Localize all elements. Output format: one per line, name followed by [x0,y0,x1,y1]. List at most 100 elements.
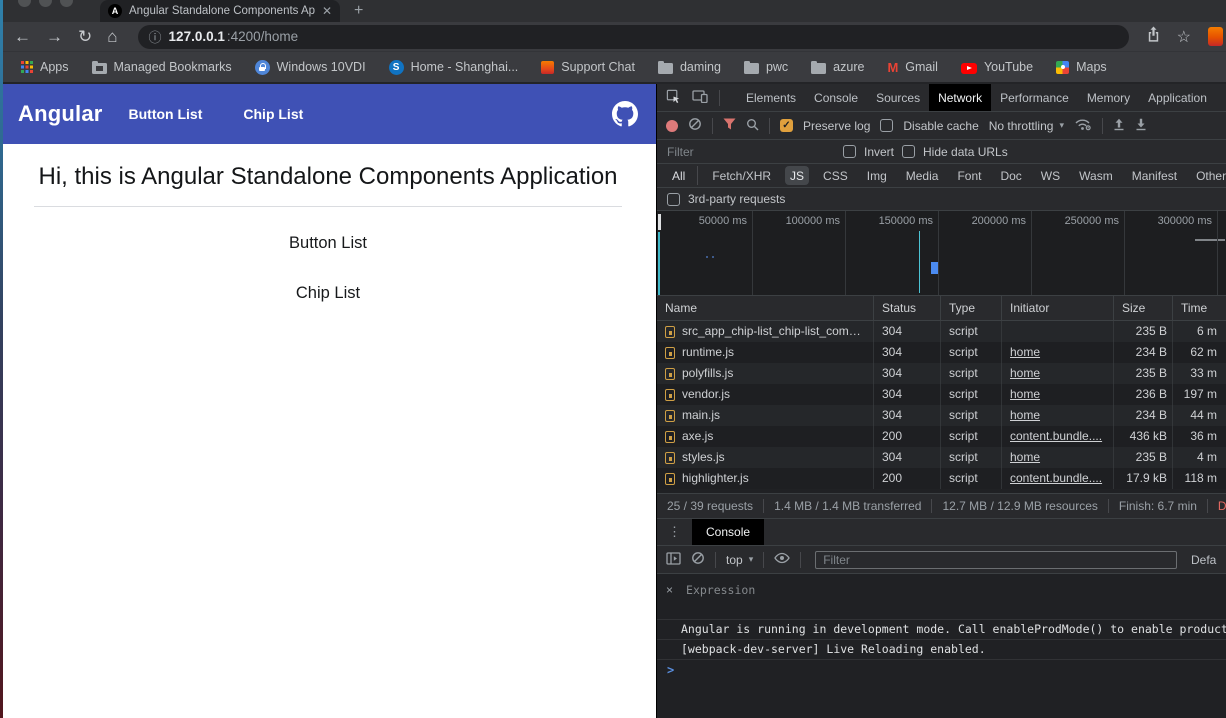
third-party-label[interactable]: 3rd-party requests [688,192,785,206]
resource-type-filter[interactable]: Wasm [1074,166,1118,185]
devtools-tab[interactable]: Application [1139,84,1216,111]
github-icon[interactable] [612,101,638,127]
bookmark-item[interactable]: YouTube [961,60,1033,74]
network-request-row[interactable]: main.js 304 script home 234 B 44 m [657,405,1226,426]
devtools-tab[interactable]: Console [805,84,867,111]
resource-type-filter[interactable]: Doc [995,166,1026,185]
bookmark-item[interactable]: azure [811,60,864,74]
chevron-down-icon[interactable]: ▾ [749,554,754,565]
console-clear-icon[interactable] [691,551,705,568]
devtools-tab[interactable]: Elements [737,84,805,111]
live-expression-eye-icon[interactable] [774,552,790,567]
network-request-row[interactable]: polyfills.js 304 script home 235 B 33 m [657,363,1226,384]
inspect-element-icon[interactable] [666,89,681,107]
extension-icon[interactable] [1208,27,1223,46]
bookmark-item[interactable]: Support Chat [541,60,635,74]
home-icon[interactable]: ⌂ [107,28,117,45]
console-filter-input[interactable]: Filter [815,551,1177,569]
throttling-select[interactable]: No throttling [989,119,1054,133]
import-har-icon[interactable] [1113,118,1125,134]
address-bar[interactable]: ⓘ 127.0.0.1 :4200/home [138,25,1129,49]
forward-icon[interactable]: → [46,28,63,45]
column-header-status[interactable]: Status [874,296,941,320]
window-zoom-button[interactable] [60,0,73,7]
window-close-button[interactable] [18,0,31,7]
column-header-initiator[interactable]: Initiator [1002,296,1114,320]
network-request-row[interactable]: vendor.js 304 script home 236 B 197 m [657,384,1226,405]
request-initiator-link[interactable]: content.bundle.... [1010,471,1102,485]
network-conditions-icon[interactable] [1074,117,1092,134]
disable-cache-label[interactable]: Disable cache [903,119,978,133]
export-har-icon[interactable] [1135,118,1147,134]
disable-cache-checkbox[interactable] [880,119,893,132]
console-drawer-tab[interactable]: Console [692,519,764,545]
resource-type-filter[interactable]: JS [785,166,809,185]
record-icon[interactable] [666,120,678,132]
bookmark-item[interactable]: Apps [21,60,69,74]
column-header-size[interactable]: Size [1114,296,1173,320]
resource-type-filter[interactable]: Media [901,166,944,185]
window-controls[interactable] [18,0,73,7]
browser-tab[interactable]: A Angular Standalone Components Applicat… [100,0,340,22]
devtools-tab[interactable]: Memory [1078,84,1139,111]
request-initiator-link[interactable]: home [1010,345,1040,359]
network-filter-input[interactable]: Filter [657,145,835,159]
button-list-link[interactable]: Button List [0,234,656,253]
request-initiator-link[interactable]: home [1010,408,1040,422]
network-request-row[interactable]: styles.js 304 script home 235 B 4 m [657,447,1226,468]
reload-icon[interactable]: ↻ [78,28,92,45]
app-nav-item[interactable]: Chip List [243,106,303,122]
app-nav-item[interactable]: Button List [129,106,203,122]
request-initiator-link[interactable]: home [1010,366,1040,380]
request-initiator-link[interactable]: home [1010,387,1040,401]
window-minimize-button[interactable] [39,0,52,7]
resource-type-filter[interactable]: Img [862,166,892,185]
network-timeline-overview[interactable]: 50000 ms100000 ms150000 ms200000 ms25000… [657,211,1226,296]
bookmark-item[interactable]: Maps [1056,60,1107,74]
resource-type-filter[interactable]: Manifest [1127,166,1182,185]
chip-list-link[interactable]: Chip List [0,284,656,303]
bookmark-item[interactable]: Gmail [887,60,938,74]
bookmark-star-icon[interactable]: ☆ [1177,27,1191,47]
kebab-menu-icon[interactable]: ⋮ [657,524,692,540]
request-initiator-link[interactable]: content.bundle.... [1010,429,1102,443]
console-context-select[interactable]: top [726,553,743,567]
console-prompt[interactable]: > [657,660,1226,679]
devtools-tab[interactable]: Sources [867,84,929,111]
resource-type-filter[interactable]: Font [952,166,986,185]
resource-type-filter[interactable]: Other [1191,166,1226,185]
third-party-checkbox[interactable] [667,193,680,206]
request-initiator-link[interactable]: home [1010,450,1040,464]
bookmark-item[interactable]: daming [658,60,721,74]
column-header-type[interactable]: Type [941,296,1002,320]
hide-data-urls-label[interactable]: Hide data URLs [923,145,1008,159]
resource-type-filter[interactable]: CSS [818,166,853,185]
invert-checkbox[interactable] [843,145,856,158]
column-header-time[interactable]: Time [1173,296,1226,320]
filter-funnel-icon[interactable] [723,118,736,133]
resource-type-filter[interactable]: Fetch/XHR [707,166,776,185]
preserve-log-label[interactable]: Preserve log [803,119,870,133]
device-toolbar-icon[interactable] [692,89,708,106]
bookmark-item[interactable]: Windows 10VDI [255,60,366,75]
search-icon[interactable] [746,118,759,134]
network-request-row[interactable]: highlighter.js 200 script content.bundle… [657,468,1226,489]
console-sidebar-icon[interactable] [666,552,681,568]
close-icon[interactable]: × [666,583,673,619]
chevron-down-icon[interactable]: ▾ [1059,120,1064,131]
resource-type-filter[interactable]: All [667,166,698,185]
network-request-row[interactable]: src_app_chip-list_chip-list_com… 304 scr… [657,321,1226,342]
share-icon[interactable] [1147,26,1160,47]
new-tab-button[interactable]: + [354,0,363,21]
hide-data-urls-checkbox[interactable] [902,145,915,158]
bookmark-item[interactable]: Home - Shanghai... [389,60,519,75]
clear-icon[interactable] [688,117,702,134]
devtools-tab[interactable]: Network [929,84,991,111]
network-request-row[interactable]: runtime.js 304 script home 234 B 62 m [657,342,1226,363]
invert-label[interactable]: Invert [864,145,894,159]
app-brand[interactable]: Angular [18,101,103,127]
resource-type-filter[interactable]: WS [1036,166,1065,185]
back-icon[interactable]: ← [14,28,31,45]
tab-close-icon[interactable]: ✕ [322,4,332,18]
preserve-log-checkbox[interactable] [780,119,793,132]
